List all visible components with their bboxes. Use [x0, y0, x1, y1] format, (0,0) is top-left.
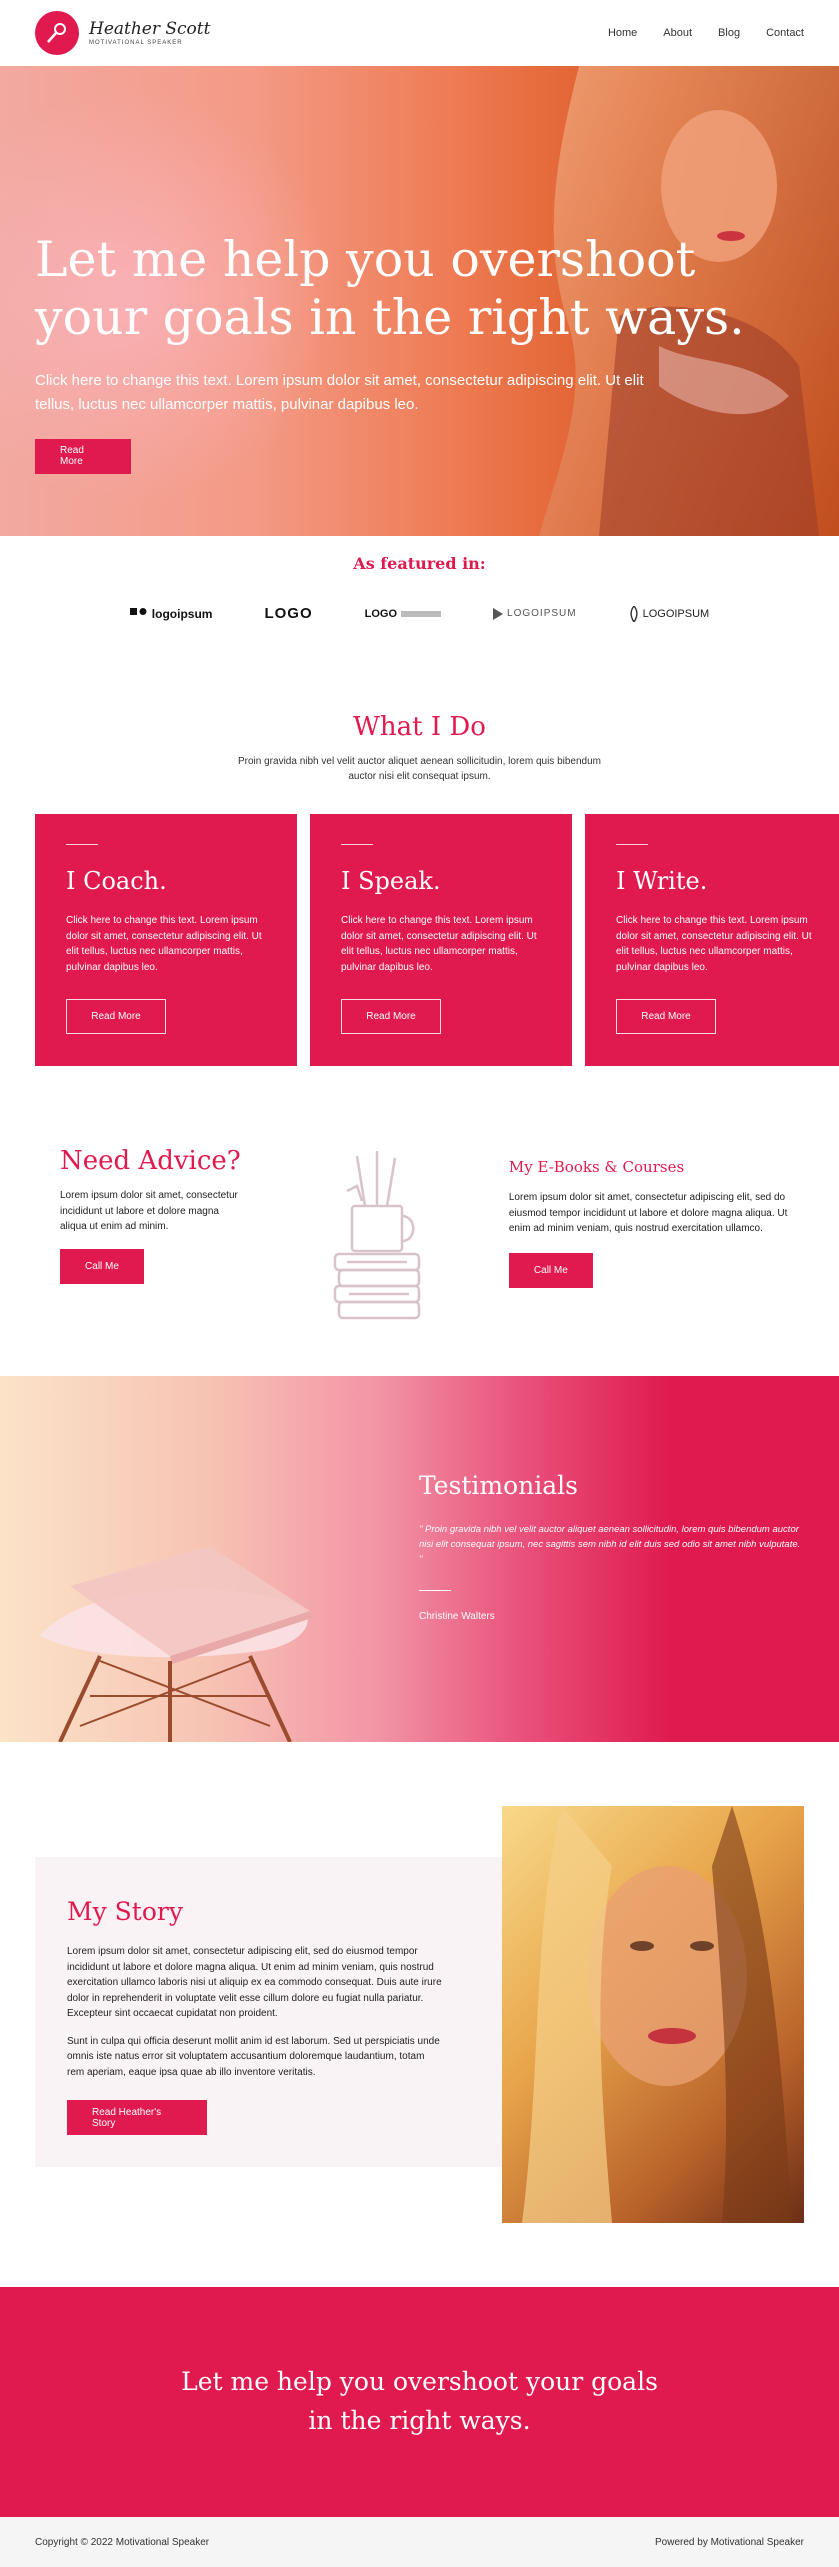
footer-powered-by: Powered by Motivational Speaker: [655, 2536, 804, 2548]
nav-about[interactable]: About: [663, 27, 692, 39]
card-text: Click here to change this text. Lorem ip…: [341, 915, 537, 973]
testimonials-title: Testimonials: [419, 1471, 578, 1500]
story-portrait-image: [502, 1806, 804, 2223]
story-card: My Story Lorem ipsum dolor sit amet, con…: [35, 1857, 505, 2167]
cta-text: Let me help you overshoot your goals in …: [181, 2367, 658, 2435]
testimonial-quote: " Proin gravida nibh vel velit auctor al…: [419, 1524, 801, 1566]
brand[interactable]: Heather Scott MOTIVATIONAL SPEAKER: [35, 11, 210, 55]
microphone-icon: [35, 11, 79, 55]
card-title: I Coach.: [66, 867, 167, 895]
testimonials-section: Testimonials " Proin gravida nibh vel ve…: [0, 1376, 839, 1742]
ebooks-title: My E-Books & Courses: [508, 1158, 685, 1176]
card-write-read-more-button[interactable]: Read More: [616, 999, 716, 1034]
featured-logo-2: LOGO: [264, 605, 313, 622]
card-divider: [341, 844, 373, 845]
story-title: My Story: [67, 1897, 183, 1926]
card-speak: I Speak. Click here to change this text.…: [310, 814, 572, 1066]
card-coach-read-more-button[interactable]: Read More: [66, 999, 166, 1034]
nav-contact[interactable]: Contact: [766, 27, 804, 39]
card-title: I Speak.: [341, 867, 441, 895]
what-i-do-subtitle: Proin gravida nibh vel velit auctor aliq…: [238, 756, 601, 782]
nav-blog[interactable]: Blog: [718, 27, 740, 39]
advice-title: Need Advice?: [60, 1146, 241, 1176]
testimonial-divider: [419, 1589, 451, 1591]
card-write: I Write. Click here to change this text.…: [585, 814, 839, 1066]
cta-section: Let me help you overshoot your goals in …: [0, 2287, 839, 2517]
main-nav: Home About Blog Contact: [608, 27, 804, 39]
ebooks-call-me-button[interactable]: Call Me: [508, 1252, 593, 1288]
hero-section: Let me help you overshoot your goals in …: [0, 66, 839, 536]
card-title: I Write.: [616, 867, 708, 895]
brand-name: Heather Scott: [89, 18, 211, 39]
my-story-section: My Story Lorem ipsum dolor sit amet, con…: [0, 1742, 839, 2287]
story-paragraph-2: Sunt in culpa qui officia deserunt molli…: [67, 2035, 440, 2078]
what-i-do-section: What I Do Proin gravida nibh vel velit a…: [0, 652, 839, 1106]
brand-tagline: MOTIVATIONAL SPEAKER: [89, 40, 183, 47]
ebooks-text: Lorem ipsum dolor sit amet, consectetur …: [508, 1192, 788, 1234]
card-divider: [66, 844, 98, 845]
advice-call-me-button[interactable]: Call Me: [60, 1248, 144, 1284]
books-mug-icon: [284, 1146, 468, 1346]
read-story-button[interactable]: Read Heather's Story: [67, 2100, 207, 2135]
card-text: Click here to change this text. Lorem ip…: [66, 915, 262, 973]
card-speak-read-more-button[interactable]: Read More: [341, 999, 441, 1034]
footer-copyright: Copyright © 2022 Motivational Speaker: [35, 2536, 210, 2548]
site-header: Heather Scott MOTIVATIONAL SPEAKER Home …: [0, 0, 839, 66]
featured-section: As featured in: logoipsum LOGO LOGO LOGO…: [0, 536, 839, 652]
what-i-do-title: What I Do: [353, 712, 486, 742]
featured-logo-4: LOGOIPSUM: [493, 607, 577, 620]
featured-title: As featured in:: [353, 554, 486, 573]
nav-home[interactable]: Home: [608, 27, 637, 39]
testimonial-author: Christine Walters: [419, 1610, 495, 1622]
hero-read-more-button[interactable]: Read More: [35, 438, 131, 474]
hero-title: Let me help you overshoot your goals in …: [35, 231, 745, 346]
story-paragraph-1: Lorem ipsum dolor sit amet, consectetur …: [67, 1946, 442, 2019]
featured-logo-1: logoipsum: [129, 607, 212, 621]
card-divider: [616, 844, 648, 845]
chair-laptop-image: [40, 1546, 312, 1742]
card-text: Click here to change this text. Lorem ip…: [616, 915, 812, 973]
featured-logos: logoipsum LOGO LOGO LOGOIPSUM LOGOIPSUM: [0, 605, 839, 622]
featured-logo-5: LOGOIPSUM: [629, 605, 709, 622]
card-coach: I Coach. Click here to change this text.…: [35, 814, 297, 1066]
advice-section: Need Advice? Lorem ipsum dolor sit amet,…: [0, 1106, 839, 1376]
advice-text: Lorem ipsum dolor sit amet, consectetur …: [60, 1190, 238, 1232]
hero-subtitle: Click here to change this text. Lorem ip…: [35, 371, 644, 413]
featured-logo-3: LOGO: [365, 608, 442, 620]
